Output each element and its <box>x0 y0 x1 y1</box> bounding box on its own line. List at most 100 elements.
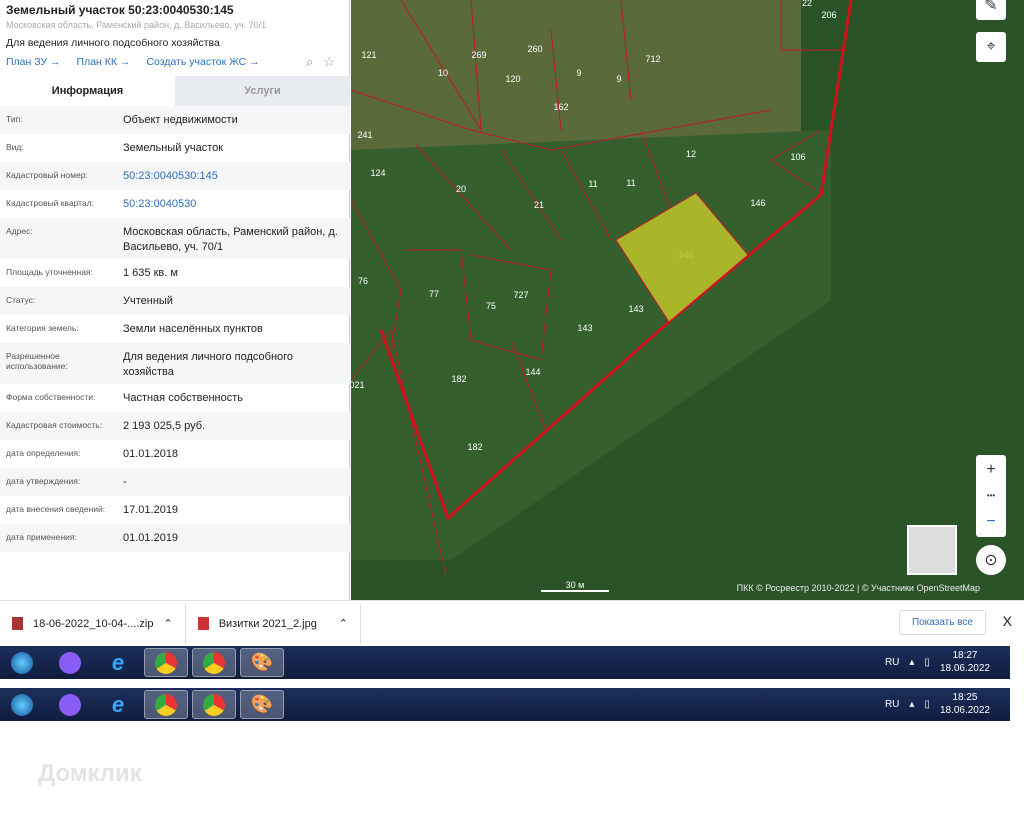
zoom-in-button[interactable]: + <box>986 461 995 479</box>
compass-button[interactable]: ⊙ <box>976 545 1006 575</box>
row-label: Форма собственности: <box>6 392 96 402</box>
show-all-button[interactable]: Показать все <box>898 610 986 635</box>
ie-icon: e <box>111 691 125 717</box>
network-icon[interactable]: ▯ <box>924 699 930 710</box>
chrome-button[interactable] <box>144 690 188 719</box>
create-parcel-link[interactable]: Создать участок ЖС → <box>146 56 259 68</box>
ruler-button[interactable]: ✎ <box>976 0 1006 20</box>
row-value[interactable]: 50:23:0040530 <box>123 197 344 214</box>
network-icon[interactable]: ▯ <box>924 657 930 668</box>
windows-icon <box>11 651 33 674</box>
parcel-number-label[interactable]: 21 <box>534 200 544 210</box>
clock[interactable]: 18:25 18.06.2022 <box>940 691 990 717</box>
parcel-number-label[interactable]: 241 <box>357 130 372 140</box>
parcel-number-label[interactable]: 712 <box>645 54 660 64</box>
plan-zu-link[interactable]: План ЗУ → <box>6 56 61 68</box>
parcel-number-label[interactable]: 9 <box>576 68 581 78</box>
row-value: Учтенный <box>123 295 173 307</box>
row-value: Земли населённых пунктов <box>123 323 263 335</box>
minimap[interactable] <box>907 525 957 575</box>
chrome-button[interactable] <box>192 648 236 677</box>
parcel-number-label[interactable]: 20 <box>456 184 466 194</box>
parcel-number-label[interactable]: 143 <box>577 323 592 333</box>
map[interactable]: 121 10 269 120 260 9 162 9 712 22 206 241 124 20 21 11 1… <box>351 0 1024 600</box>
parcel-number-label[interactable]: 260 <box>527 44 542 54</box>
parcel-number-label[interactable]: 206 <box>821 10 836 20</box>
parcel-number-label[interactable]: 120 <box>505 74 520 84</box>
zoom-out-button[interactable]: − <box>986 513 995 531</box>
palette-icon: 🎨 <box>250 694 274 714</box>
row-label: Тип: <box>6 114 23 124</box>
parcel-number-label[interactable]: 727 <box>513 290 528 300</box>
parcel-number-label[interactable]: 106 <box>790 152 805 162</box>
tab-services[interactable]: Услуги <box>175 76 350 106</box>
close-download-bar[interactable]: X <box>1003 613 1012 629</box>
ie-button[interactable]: e <box>96 648 140 677</box>
tab-info[interactable]: Информация <box>0 76 175 106</box>
alice-button[interactable] <box>48 648 92 677</box>
parcel-number-label[interactable]: 76 <box>358 276 368 286</box>
row-value: Московская область, Раменский район, д. … <box>123 226 338 253</box>
download-item[interactable]: 18-06-2022_10-04-....zip ⌃ <box>0 603 186 644</box>
ie-button[interactable]: e <box>96 690 140 719</box>
start-button[interactable] <box>0 690 44 719</box>
info-row: Статус: Учтенный <box>0 287 350 315</box>
parcel-number-label[interactable]: 146 <box>750 198 765 208</box>
parcel-number-label[interactable]: 021 <box>351 380 365 390</box>
parcel-title: Земельный участок 50:23:0040530:145 <box>6 3 234 17</box>
tray-arrow-icon[interactable]: ▴ <box>909 657 914 668</box>
palette-icon: 🎨 <box>250 652 274 672</box>
parcel-number-label[interactable]: 11 <box>588 179 597 189</box>
more-button[interactable]: ••• <box>987 491 995 500</box>
download-item[interactable]: Визитки 2021_2.jpg ⌃ <box>186 603 361 644</box>
locate-button[interactable]: ⌖ <box>976 32 1006 62</box>
info-row: Кадастровый номер: 50:23:0040530:145 <box>0 162 350 190</box>
row-label: Адрес: <box>6 226 33 236</box>
info-row: Тип: Объект недвижимости <box>0 106 350 134</box>
parcel-number-label[interactable]: 182 <box>467 442 482 452</box>
download-filename: Визитки 2021_2.jpg <box>218 617 317 630</box>
info-row: Кадастровый квартал: 50:23:0040530 <box>0 190 350 218</box>
parcel-use: Для ведения личного подсобного хозяйства <box>6 37 220 49</box>
parcel-number-label[interactable]: 12 <box>686 149 696 159</box>
info-row: дата применения: 01.01.2019 <box>0 524 350 552</box>
parcel-number-label[interactable]: 145 <box>678 250 693 260</box>
chevron-up-icon[interactable]: ⌃ <box>163 617 172 630</box>
chrome-button[interactable] <box>192 690 236 719</box>
alice-button[interactable] <box>48 690 92 719</box>
parcel-number-label[interactable]: 10 <box>438 68 448 78</box>
plan-kk-link[interactable]: План КК → <box>77 56 131 68</box>
paint-button[interactable]: 🎨 <box>240 690 284 719</box>
parcel-number-label[interactable]: 162 <box>553 102 568 112</box>
row-value[interactable]: 50:23:0040530:145 <box>123 169 344 186</box>
paint-button[interactable]: 🎨 <box>240 648 284 677</box>
parcel-number-label[interactable]: 124 <box>370 168 385 178</box>
parcel-number-label[interactable]: 144 <box>525 367 540 377</box>
star-icon[interactable]: ☆ <box>323 54 335 70</box>
row-label: Площадь уточненная: <box>6 267 93 277</box>
clock[interactable]: 18:27 18.06.2022 <box>940 649 990 675</box>
chevron-up-icon[interactable]: ⌃ <box>339 617 348 630</box>
start-button[interactable] <box>0 648 44 677</box>
language-indicator[interactable]: RU <box>885 699 899 710</box>
parcel-number-label[interactable]: 121 <box>361 50 376 60</box>
language-indicator[interactable]: RU <box>885 657 899 668</box>
search-doc-icon[interactable]: ⌕ <box>306 54 313 70</box>
parcel-number-label[interactable]: 269 <box>471 50 486 60</box>
parcel-number-label[interactable]: 22 <box>802 0 812 8</box>
parcel-number-label[interactable]: 182 <box>451 374 466 384</box>
zip-file-icon <box>12 617 23 630</box>
map-canvas[interactable]: 121 10 269 120 260 9 162 9 712 22 206 241 124 20 21 11 1… <box>351 0 1024 600</box>
chrome-icon <box>203 693 225 716</box>
zoom-control[interactable]: + ••• − <box>976 455 1006 537</box>
info-row: Форма собственности: Частная собственност… <box>0 384 350 412</box>
parcel-number-label[interactable]: 77 <box>429 289 439 299</box>
info-row: Площадь уточненная: 1 635 кв. м <box>0 259 350 287</box>
parcel-number-label[interactable]: 143 <box>628 304 643 314</box>
parcel-number-label[interactable]: 75 <box>486 301 496 311</box>
parcel-number-label[interactable]: 9 <box>616 74 621 84</box>
parcel-number-label[interactable]: 11 <box>626 178 635 188</box>
chrome-button[interactable] <box>144 648 188 677</box>
tray-arrow-icon[interactable]: ▴ <box>909 699 914 710</box>
row-label: дата применения: <box>6 532 77 542</box>
